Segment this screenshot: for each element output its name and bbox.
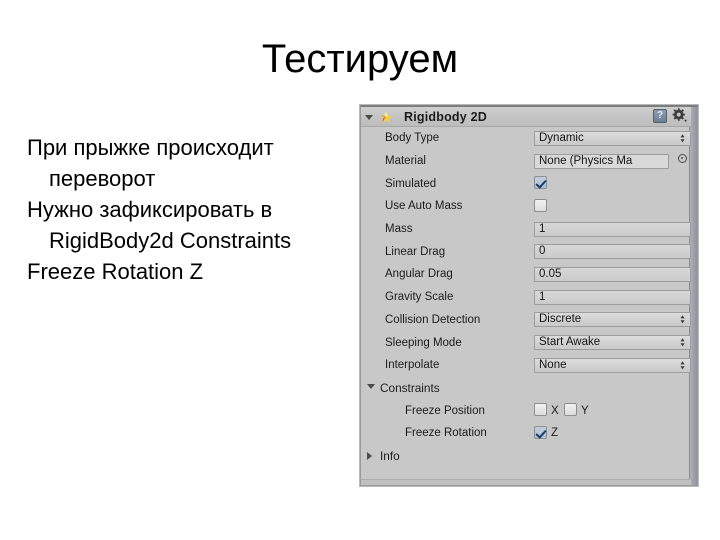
label-interpolate: Interpolate [385, 359, 440, 372]
value-collision-detection: Discrete [539, 313, 582, 326]
label-constraints: Constraints [380, 380, 440, 395]
axis-label-y: Y [581, 404, 589, 417]
field-linear-drag[interactable]: 0 [534, 244, 691, 260]
header-icon-group: ? [653, 108, 687, 123]
field-angular-drag[interactable]: 0.05 [534, 266, 691, 282]
value-angular-drag: 0.05 [539, 267, 562, 280]
value-linear-drag: 0 [539, 245, 546, 258]
body-line-3: Freeze Rotation Z [27, 259, 204, 284]
field-sleeping-mode[interactable]: Start Awake ▴ ▾ [534, 335, 691, 351]
label-freeze-rotation: Freeze Rotation [405, 427, 487, 440]
page-title: Тестируем [261, 37, 459, 81]
component-foldout-icon[interactable] [361, 111, 377, 123]
row-mass: Mass 1 [361, 218, 691, 241]
row-use-auto-mass: Use Auto Mass [361, 195, 691, 218]
label-info: Info [380, 448, 400, 463]
checkbox-use-auto-mass[interactable] [534, 199, 547, 213]
label-linear-drag: Linear Drag [385, 245, 446, 258]
triangle-right-icon[interactable] [367, 451, 372, 460]
label-freeze-position: Freeze Position [405, 404, 485, 417]
checkbox-freeze-position-x[interactable] [534, 403, 547, 417]
slide-canvas: Тестируем При прыжке происходит переворо… [0, 0, 720, 540]
body-line-1: При прыжке происходит переворот [27, 135, 274, 191]
row-material: Material None (Physics Ma [361, 150, 691, 173]
field-collision-detection[interactable]: Discrete ▴ ▾ [534, 312, 691, 328]
inspector-content: Rigidbody 2D ? Body Type Dynamic ▴ ▾ Mat… [361, 107, 691, 485]
help-icon[interactable]: ? [653, 108, 667, 123]
row-linear-drag: Linear Drag 0 [361, 240, 691, 263]
physics-2d-icon [379, 111, 393, 123]
body-text-block: При прыжке происходит переворот Нужно за… [27, 132, 337, 287]
body-line-2: Нужно зафиксировать в RigidBody2d Constr… [27, 197, 292, 253]
label-collision-detection: Collision Detection [385, 313, 481, 326]
gear-icon[interactable] [672, 108, 687, 123]
field-material[interactable]: None (Physics Ma [534, 153, 669, 169]
row-angular-drag: Angular Drag 0.05 [361, 263, 691, 286]
label-simulated: Simulated [385, 177, 437, 190]
value-body-type: Dynamic [539, 131, 584, 144]
chevron-updown-icon: ▴ ▾ [680, 313, 685, 326]
row-freeze-position: Freeze Position X Y [361, 399, 691, 422]
row-freeze-rotation: Freeze Rotation Z [361, 422, 691, 445]
checkbox-simulated[interactable] [534, 176, 547, 190]
row-interpolate: Interpolate None ▴ ▾ [361, 354, 691, 377]
chevron-updown-icon: ▴ ▾ [680, 335, 685, 349]
value-gravity-scale: 1 [539, 290, 546, 303]
field-gravity-scale[interactable]: 1 [534, 289, 691, 305]
section-constraints[interactable]: Constraints [361, 377, 691, 400]
value-sleeping-mode: Start Awake [539, 336, 601, 349]
label-body-type: Body Type [385, 132, 440, 145]
field-mass[interactable]: 1 [534, 221, 691, 237]
value-interpolate: None [539, 358, 567, 371]
axis-label-x: X [551, 404, 559, 417]
row-sleeping-mode: Sleeping Mode Start Awake ▴ ▾ [361, 331, 691, 354]
chevron-updown-icon: ▴ ▾ [680, 131, 685, 144]
label-gravity-scale: Gravity Scale [385, 291, 454, 304]
row-gravity-scale: Gravity Scale 1 [361, 286, 691, 309]
axis-label-z: Z [551, 427, 559, 440]
chevron-updown-icon: ▴ ▾ [680, 358, 685, 371]
triangle-down-icon[interactable] [367, 383, 375, 389]
field-body-type[interactable]: Dynamic ▴ ▾ [534, 130, 691, 146]
section-info[interactable]: Info [361, 445, 691, 468]
value-material: None (Physics Ma [539, 154, 633, 167]
row-body-type: Body Type Dynamic ▴ ▾ [361, 127, 691, 150]
checkbox-freeze-position-y[interactable] [564, 403, 577, 417]
label-angular-drag: Angular Drag [385, 268, 453, 281]
label-mass: Mass [385, 223, 413, 236]
checkbox-freeze-rotation-z[interactable] [534, 425, 547, 439]
label-use-auto-mass: Use Auto Mass [385, 200, 463, 213]
value-mass: 1 [539, 222, 546, 235]
row-simulated: Simulated [361, 172, 691, 195]
label-sleeping-mode: Sleeping Mode [385, 336, 462, 349]
component-header[interactable]: Rigidbody 2D ? [361, 107, 691, 127]
rigidbody2d-inspector-panel: Rigidbody 2D ? Body Type Dynamic ▴ ▾ Mat… [360, 105, 698, 486]
object-picker-icon[interactable] [678, 153, 687, 163]
inspector-bottom-strip [361, 479, 691, 485]
label-material: Material [385, 155, 426, 168]
component-title: Rigidbody 2D [404, 109, 487, 124]
field-interpolate[interactable]: None ▴ ▾ [534, 357, 691, 373]
row-collision-detection: Collision Detection Discrete ▴ ▾ [361, 309, 691, 332]
